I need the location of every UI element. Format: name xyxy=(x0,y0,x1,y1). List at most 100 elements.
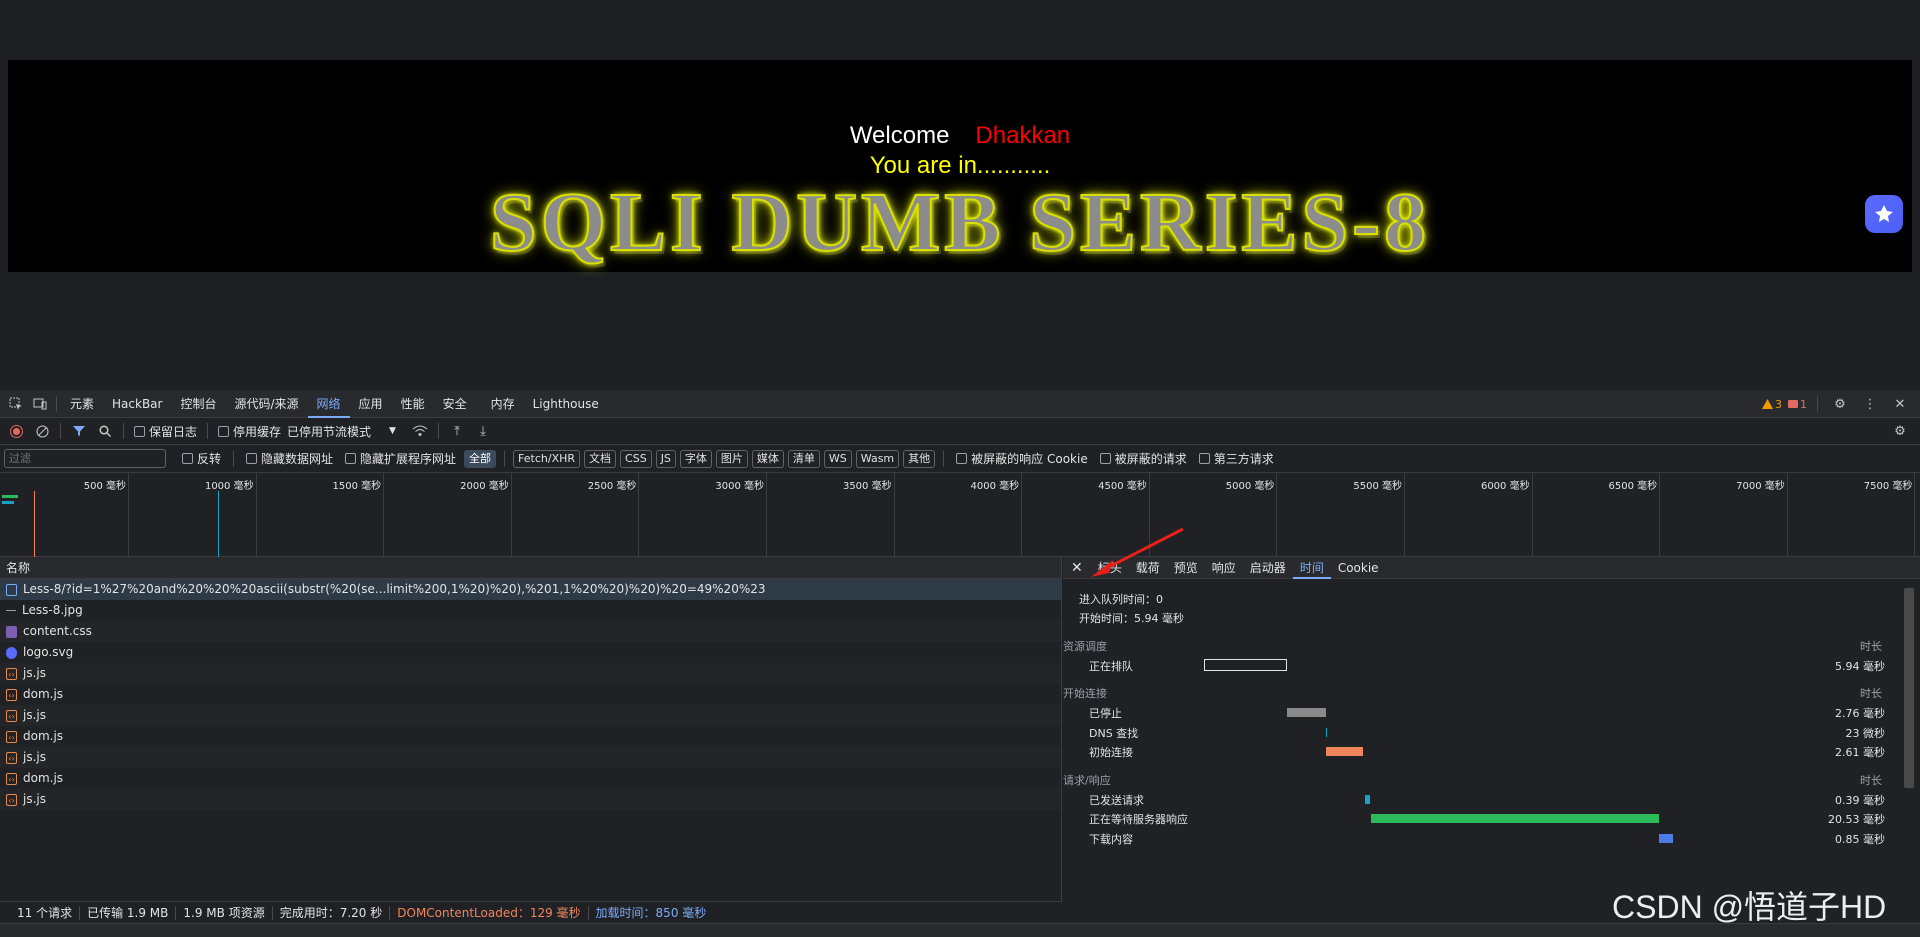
filter-type-all[interactable]: 全部 xyxy=(464,449,497,468)
filter-type-js[interactable]: JS xyxy=(655,449,676,468)
filter-type-img[interactable]: 图片 xyxy=(715,449,748,468)
errors-count: 1 xyxy=(1800,397,1807,411)
disable-cache-checkbox[interactable]: 停用缓存 xyxy=(218,423,281,440)
invert-checkbox[interactable]: 反转 xyxy=(182,450,221,467)
tab-memory[interactable]: 内存 xyxy=(482,390,524,418)
request-list: 名称 Less-8/?id=1%27%20and%20%20%20ascii(s… xyxy=(0,557,1062,901)
divider xyxy=(56,395,57,412)
blocked-requests-checkbox[interactable]: 被屏蔽的请求 xyxy=(1099,450,1187,467)
page-banner: Welcome Dhakkan You are in........... SQL… xyxy=(8,60,1912,272)
third-party-checkbox[interactable]: 第三方请求 xyxy=(1198,450,1274,467)
series-logo: SQLI DUMB SERIES-8 xyxy=(8,177,1912,269)
request-name: js.js xyxy=(23,792,46,806)
import-har-icon[interactable]: ⤒ xyxy=(445,419,469,443)
overview-gridline xyxy=(1659,473,1661,557)
invert-label: 反转 xyxy=(197,452,222,466)
tab-hackbar[interactable]: HackBar xyxy=(103,390,171,418)
overview-gridline xyxy=(1404,473,1405,557)
annotation-arrow xyxy=(1091,527,1184,577)
throttling-select[interactable]: 已停用节流模式 ▼ xyxy=(287,423,396,440)
disable-cache-label: 停用缓存 xyxy=(233,424,282,439)
tab-performance[interactable]: 性能 xyxy=(392,390,434,418)
tab-lighthouse[interactable]: Lighthouse xyxy=(524,390,608,418)
settings-gear-icon[interactable]: ⚙ xyxy=(1828,392,1852,416)
overview-tick-label: 5500 毫秒 xyxy=(1353,481,1402,492)
overview-gridline xyxy=(1276,473,1278,557)
tab-response[interactable]: 响应 xyxy=(1205,557,1243,579)
tab-console[interactable]: 控制台 xyxy=(171,390,225,418)
filter-bar: 反转 隐藏数据网址 隐藏扩展程序网址 全部 Fetch/XHR 文档 CSS J… xyxy=(0,445,1920,473)
device-toolbar-icon[interactable] xyxy=(28,392,52,416)
export-har-icon[interactable]: ⤓ xyxy=(471,419,495,443)
request-row[interactable]: ‹› js.js xyxy=(0,747,1061,768)
filter-type-ws[interactable]: WS xyxy=(823,449,852,468)
tab-timing[interactable]: 时间 xyxy=(1292,557,1331,579)
timing-panel: 进入队列时间：0 开始时间：5.94 毫秒 资源调度 时长 正在排队 5.94 毫秒开… xyxy=(1063,580,1920,901)
divider xyxy=(1817,396,1818,412)
request-row[interactable]: Less-8/?id=1%27%20and%20%20%20ascii(subs… xyxy=(0,579,1061,600)
request-row[interactable]: ‹› js.js xyxy=(0,663,1061,684)
filter-type-font[interactable]: 字体 xyxy=(679,449,712,468)
request-row[interactable]: ‹› dom.js xyxy=(0,684,1061,705)
checkbox-box[interactable] xyxy=(246,453,258,464)
tab-security[interactable]: 安全 xyxy=(434,390,476,418)
filter-type-media[interactable]: 媒体 xyxy=(751,449,784,468)
js-file-icon: ‹› xyxy=(6,793,17,806)
tab-initiator[interactable]: 启动器 xyxy=(1243,557,1293,579)
summary-load: 加载时间：850 毫秒 xyxy=(595,905,707,920)
blocked-cookies-checkbox[interactable]: 被屏蔽的响应 Cookie xyxy=(956,450,1088,467)
filter-type-doc[interactable]: 文档 xyxy=(584,449,617,468)
tab-sources[interactable]: 源代码/来源 xyxy=(225,390,307,418)
inspect-element-icon[interactable] xyxy=(4,392,28,416)
close-devtools-icon[interactable]: ✕ xyxy=(1888,392,1912,416)
checkbox-box[interactable] xyxy=(1099,453,1111,464)
request-row[interactable]: ‹› dom.js xyxy=(0,726,1061,747)
overview-tick-label: 5000 毫秒 xyxy=(1225,481,1275,492)
request-row[interactable]: content.css xyxy=(0,621,1061,642)
filter-type-css[interactable]: CSS xyxy=(620,449,652,468)
tab-cookies[interactable]: Cookie xyxy=(1331,557,1386,579)
network-conditions-icon[interactable] xyxy=(408,419,432,443)
filter-input[interactable] xyxy=(4,449,166,468)
warnings-badge[interactable]: 3 xyxy=(1762,398,1782,411)
filter-type-fetch-xhr[interactable]: Fetch/XHR xyxy=(513,449,581,468)
errors-badge[interactable]: 1 xyxy=(1788,398,1807,411)
checkbox-box[interactable] xyxy=(345,453,357,464)
request-row[interactable]: ‹› js.js xyxy=(0,705,1061,726)
request-row[interactable]: ‹› js.js xyxy=(0,789,1061,810)
checkbox-box[interactable] xyxy=(134,425,145,437)
hide-extension-urls-checkbox[interactable]: 隐藏扩展程序网址 xyxy=(345,450,456,467)
name-column-header[interactable]: 名称 xyxy=(0,557,1061,579)
clear-icon[interactable] xyxy=(30,419,54,443)
request-row[interactable]: ‹› dom.js xyxy=(0,768,1061,789)
filter-type-manifest[interactable]: 清单 xyxy=(787,449,820,468)
request-row[interactable]: Less-8.jpg xyxy=(0,600,1061,621)
record-stop-icon[interactable] xyxy=(4,419,28,443)
doc-file-icon xyxy=(6,583,17,596)
hide-data-urls-checkbox[interactable]: 隐藏数据网址 xyxy=(246,450,333,467)
tab-application[interactable]: 应用 xyxy=(350,390,392,418)
search-icon[interactable] xyxy=(93,419,117,443)
timing-scrollbar[interactable] xyxy=(1904,588,1914,788)
network-settings-gear-icon[interactable]: ⚙ xyxy=(1888,419,1912,443)
filter-type-other[interactable]: 其他 xyxy=(903,449,936,468)
timing-phase-label: 下载内容 xyxy=(1089,833,1133,846)
summary-finish: 完成用时：7.20 秒 xyxy=(273,905,391,920)
request-bar-mini xyxy=(2,501,14,504)
checkbox-box[interactable] xyxy=(182,453,193,464)
tab-network[interactable]: 网络 xyxy=(307,390,350,418)
user-name: Dhakkan xyxy=(975,122,1071,149)
overview-tick-label: 6500 毫秒 xyxy=(1608,481,1658,492)
filter-type-wasm[interactable]: Wasm xyxy=(855,449,900,468)
assistant-button[interactable] xyxy=(1865,195,1903,233)
filter-funnel-icon[interactable] xyxy=(67,419,91,443)
checkbox-box[interactable] xyxy=(956,453,968,464)
tab-elements[interactable]: 元素 xyxy=(61,390,103,418)
checkbox-box[interactable] xyxy=(218,425,230,437)
timing-phase-label: 正在排队 xyxy=(1089,660,1133,673)
network-overview-timeline[interactable]: 500 毫秒 1000 毫秒 1500 毫秒 2000 毫秒 2500 毫秒 3000 毫… xyxy=(0,473,1920,557)
checkbox-box[interactable] xyxy=(1198,453,1210,464)
more-options-icon[interactable]: ⋮ xyxy=(1858,392,1882,416)
preserve-log-checkbox[interactable]: 保留日志 xyxy=(134,423,197,440)
request-row[interactable]: logo.svg xyxy=(0,642,1061,663)
